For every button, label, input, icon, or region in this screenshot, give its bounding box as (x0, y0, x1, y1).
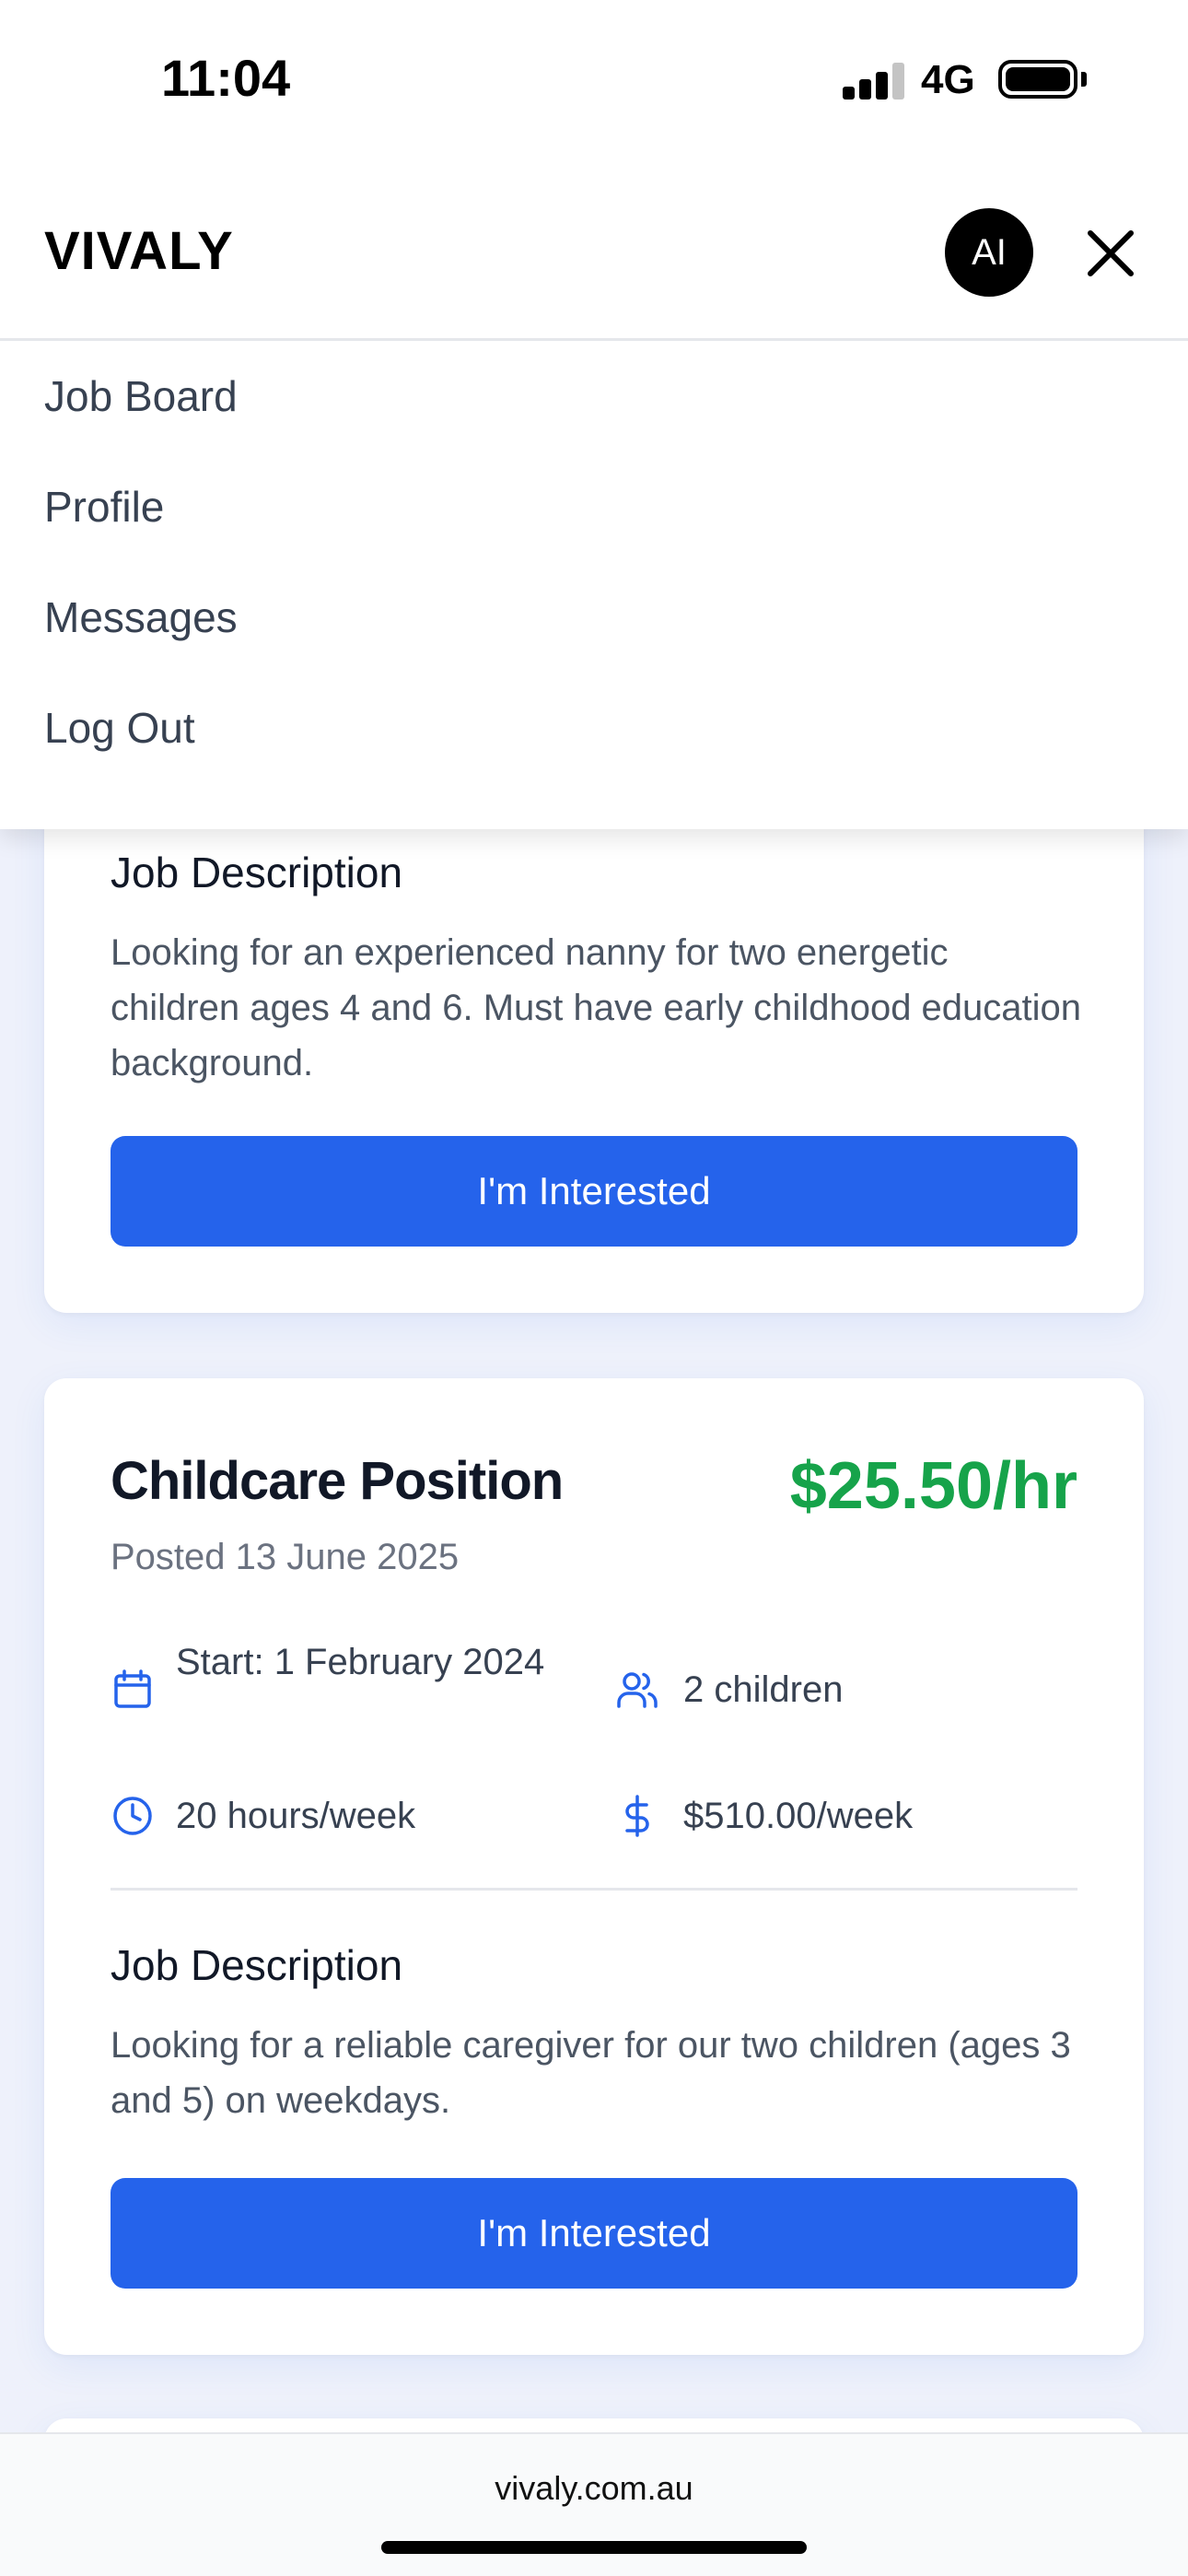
app-header: VIVALY AI (0, 161, 1188, 341)
network-type: 4G (921, 57, 975, 102)
status-time: 11:04 (161, 49, 291, 107)
divider (111, 1888, 1077, 1891)
menu-item-log-out[interactable]: Log Out (44, 703, 195, 753)
signal-strength-icon (843, 63, 904, 100)
job-description-heading: Job Description (111, 849, 403, 896)
job-card: Job Description Looking for an experienc… (44, 755, 1144, 1313)
weekly-pay: $510.00/week (683, 1796, 914, 1836)
clock-icon (113, 1797, 152, 1835)
battery-tip (1081, 72, 1087, 87)
close-icon[interactable] (1083, 226, 1138, 281)
job-description-heading: Job Description (111, 1941, 403, 1989)
users-icon (617, 1672, 658, 1708)
url-text[interactable]: vivaly.com.au (0, 2469, 1188, 2508)
battery-icon (998, 60, 1077, 99)
job-card: Childcare Position $25.50/hr Posted 13 J… (44, 1378, 1144, 2355)
job-description-text: Looking for an experienced nanny for two… (111, 932, 1082, 1083)
hours-per-week: 20 hours/week (176, 1796, 416, 1836)
start-date: Start: 1 February 2024 (176, 1642, 545, 1682)
children-count: 2 children (683, 1669, 844, 1710)
dollar-icon (625, 1795, 649, 1837)
calendar-icon (114, 1669, 151, 1708)
brand-logo[interactable]: VIVALY (44, 220, 234, 282)
status-bar: 11:04 4G (0, 0, 1188, 161)
nav-menu: Job Board Profile Messages Log Out (0, 341, 1188, 829)
home-indicator[interactable] (381, 2541, 807, 2554)
hourly-rate: $25.50/hr (789, 1449, 1077, 1523)
menu-item-messages[interactable]: Messages (44, 592, 238, 642)
menu-item-profile[interactable]: Profile (44, 482, 164, 532)
job-title: Childcare Position (111, 1451, 564, 1511)
menu-item-job-board[interactable]: Job Board (44, 371, 238, 421)
posted-date: Posted 13 June 2025 (111, 1537, 460, 1577)
browser-url-bar[interactable]: vivaly.com.au (0, 2432, 1188, 2576)
avatar[interactable]: AI (945, 208, 1033, 297)
interested-button[interactable]: I'm Interested (111, 2178, 1077, 2289)
job-description-text: Looking for a reliable caregiver for our… (111, 2025, 1071, 2121)
interested-button[interactable]: I'm Interested (111, 1136, 1077, 1247)
